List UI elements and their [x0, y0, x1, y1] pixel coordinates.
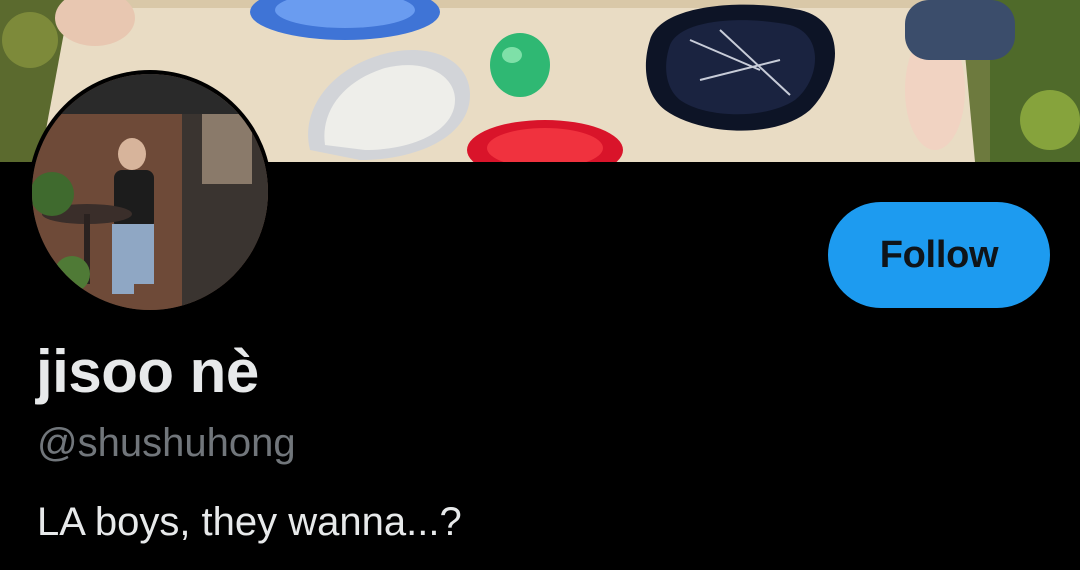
follow-button[interactable]: Follow [828, 202, 1050, 308]
profile-bio: LA boys, they wanna...? [37, 500, 462, 544]
user-handle: @shushuhong [37, 421, 296, 465]
profile-avatar[interactable] [28, 70, 272, 314]
display-name: jisoo nè [36, 338, 259, 405]
